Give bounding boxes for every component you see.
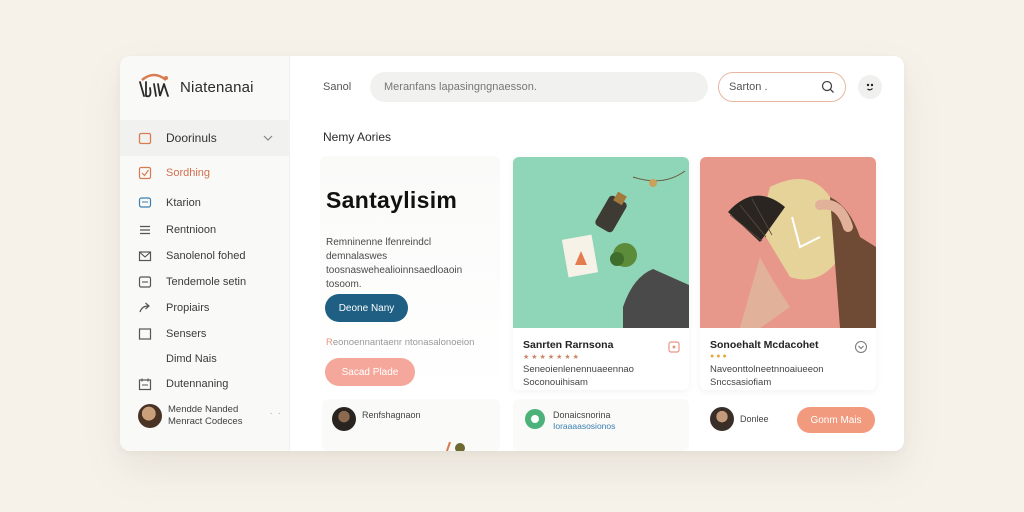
plant-icon bbox=[445, 441, 465, 451]
product-name: Sanrten Rarnsona bbox=[523, 339, 614, 351]
profile-text: Mendde Nanded Menract Codeces bbox=[168, 404, 242, 428]
product-rating: ★★★★★★★ bbox=[523, 354, 581, 361]
sidebar-item-label: Rentnioon bbox=[166, 224, 217, 236]
activity-text: Donaicsnorina bbox=[553, 410, 611, 420]
more-icon[interactable]: · · bbox=[270, 408, 282, 419]
brand[interactable]: Niatenanai bbox=[136, 72, 254, 102]
primary-cta-button[interactable]: Deone Nany bbox=[325, 294, 408, 322]
header-label: Sanol bbox=[323, 81, 352, 93]
sidebar-item-label: Ktarion bbox=[166, 197, 201, 209]
avatar bbox=[138, 404, 162, 428]
secondary-cta-button[interactable]: Sacad Plade bbox=[325, 358, 415, 386]
user-menu-button[interactable] bbox=[858, 75, 882, 99]
sidebar-item-rentnioon[interactable]: Rentnioon bbox=[138, 220, 216, 240]
sidebar-item-label: Sensers bbox=[166, 328, 207, 340]
activity-text: Renfshagnaon bbox=[362, 410, 421, 420]
profile-name: Mendde Nanded bbox=[168, 404, 239, 415]
sidebar-item-sordhing[interactable]: Sordhing bbox=[138, 163, 210, 183]
product-card[interactable]: Sanrten Rarnsona ★★★★★★★ Seneoienlenennu… bbox=[513, 157, 689, 390]
search-box[interactable]: Sarton . bbox=[718, 72, 846, 102]
chat-bubble-icon bbox=[525, 409, 545, 429]
search-placeholder: Meranfans lapasingngnaesson. bbox=[384, 81, 537, 93]
sidebar: Niatenanai Doorinuls Sordhing Ktarion Re… bbox=[120, 56, 290, 451]
activity-card[interactable]: Renfshagnaon bbox=[322, 399, 500, 451]
product-description-line: Naveonttolneetnnoaiueeon bbox=[710, 364, 824, 375]
sidebar-item-label: Dutennaning bbox=[166, 378, 229, 390]
product-card[interactable]: Sonoehalt Mcdacohet ●●● Naveonttolneetnn… bbox=[700, 157, 876, 390]
folder-icon bbox=[138, 132, 152, 145]
sidebar-item-propiairs[interactable]: Propiairs bbox=[138, 298, 209, 318]
search-icon[interactable] bbox=[821, 80, 835, 94]
mail-icon bbox=[138, 251, 152, 262]
sidebar-item-label: Sordhing bbox=[166, 167, 211, 179]
sidebar-item-label: Tendemole setin bbox=[166, 276, 247, 288]
product-image bbox=[700, 157, 876, 328]
list-icon bbox=[140, 225, 150, 235]
avatar bbox=[710, 407, 734, 431]
avatar bbox=[332, 407, 356, 431]
activity-text: Donlee bbox=[740, 414, 769, 424]
hero-note: Reonoennantaenr ntonasalonoeion bbox=[326, 337, 474, 348]
sidebar-item-sanolenol[interactable]: Sanolenol fohed bbox=[138, 246, 246, 266]
brand-name: Niatenanai bbox=[180, 78, 254, 96]
sidebar-item-label: Dimd Nais bbox=[166, 353, 217, 365]
nav-section-toggle[interactable]: Doorinuls bbox=[120, 120, 290, 156]
square-icon bbox=[138, 328, 152, 340]
hero-note-text: eonoennantaenr ntonasalonoeion bbox=[332, 337, 475, 348]
chevron-down-icon[interactable] bbox=[854, 340, 868, 354]
demo-button[interactable]: Gonm Mais bbox=[797, 407, 875, 433]
sidebar-item-tendemole[interactable]: Tendemole setin bbox=[138, 272, 246, 292]
window-icon bbox=[138, 276, 152, 288]
product-description-line: Snccsasiofiam bbox=[710, 377, 772, 388]
sidebar-item-sensers[interactable]: Sensers bbox=[138, 324, 206, 344]
product-rating: ●●● bbox=[710, 353, 729, 360]
product-image bbox=[513, 157, 689, 328]
product-description-line: Soconouihisam bbox=[523, 377, 588, 388]
chat-icon bbox=[138, 197, 152, 208]
check-square-icon bbox=[138, 166, 152, 180]
activity-card[interactable]: Donaicsnorina Ioraaaasosionos bbox=[513, 399, 689, 451]
product-description-line: Seneoienlenennuaeennao bbox=[523, 364, 634, 375]
app-window: Niatenanai Doorinuls Sordhing Ktarion Re… bbox=[120, 56, 904, 451]
product-illustration bbox=[728, 179, 876, 328]
chevron-down-icon bbox=[263, 135, 273, 141]
profile-subtitle: Menract Codeces bbox=[168, 416, 243, 427]
user-icon bbox=[866, 83, 874, 91]
sidebar-item-dutennaning[interactable]: Dutennaning bbox=[138, 374, 228, 394]
search-box-text: Sarton . bbox=[729, 81, 768, 93]
hero-title: Santaylisim bbox=[326, 187, 458, 213]
product-description: Seneoienlenennuaeennao Soconouihisam bbox=[523, 363, 634, 389]
sidebar-item-label: Sanolenol fohed bbox=[166, 250, 246, 262]
share-icon bbox=[139, 302, 150, 313]
calendar-icon bbox=[138, 378, 152, 391]
brand-logo-icon bbox=[139, 73, 169, 98]
user-profile[interactable]: Mendde Nanded Menract Codeces · · bbox=[138, 404, 288, 428]
sidebar-item-dimd-nais[interactable]: Dimd Nais bbox=[166, 349, 217, 369]
hero-description: Remninenne lfenreindcl demnalaswes toosn… bbox=[326, 237, 463, 290]
section-title: Nemy Aories bbox=[323, 130, 392, 144]
sidebar-item-label: Propiairs bbox=[166, 302, 210, 314]
nav-section-label: Doorinuls bbox=[166, 131, 217, 145]
sidebar-item-ktarion[interactable]: Ktarion bbox=[138, 193, 201, 213]
hero-note-mark: R bbox=[326, 337, 333, 348]
activity-link[interactable]: Ioraaaasosionos bbox=[553, 421, 615, 431]
product-name: Sonoehalt Mcdacohet bbox=[710, 339, 819, 351]
product-description: Naveonttolneetnnoaiueeon Snccsasiofiam bbox=[710, 363, 824, 389]
bookmark-icon[interactable] bbox=[667, 340, 681, 354]
product-illustration bbox=[561, 170, 689, 328]
search-input[interactable]: Meranfans lapasingngnaesson. bbox=[370, 72, 708, 102]
